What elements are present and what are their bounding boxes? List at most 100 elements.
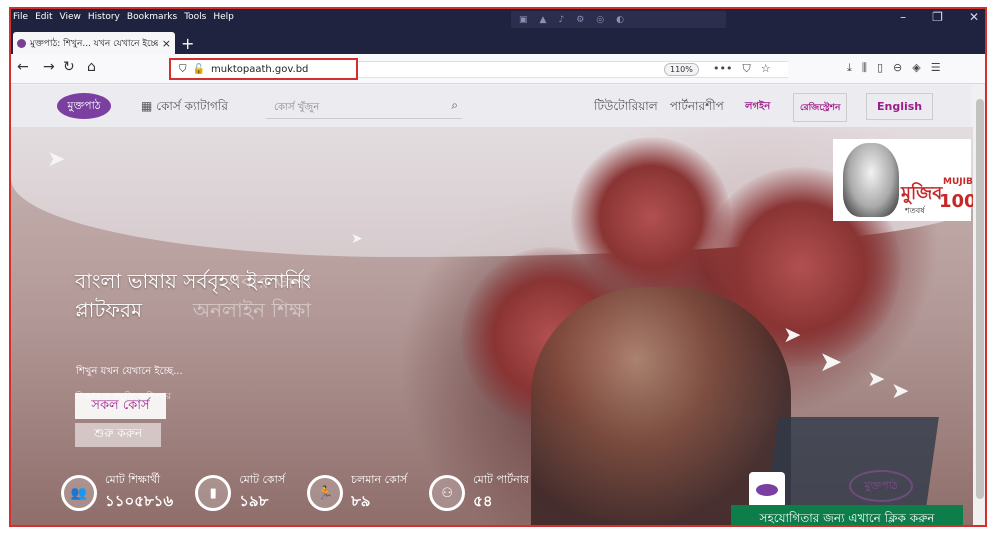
hero-title: বাংলা ভাষায় সর্ববৃহৎ ই-লার্নিং প্লাটফরম [75, 269, 311, 322]
nav-tutorial[interactable]: টিউটোরিয়াল [594, 98, 658, 118]
home-icon[interactable]: ⌂ [87, 59, 96, 75]
book-icon: ▮ [195, 475, 232, 511]
shield-icon: ⛉ [179, 63, 187, 75]
back-icon[interactable]: ← [17, 59, 29, 75]
insecure-lock-icon: 🔓 [192, 63, 205, 75]
stat-value: ৮৯ [351, 492, 371, 510]
url-text: muktopaath.gov.bd [210, 63, 309, 75]
menu-view[interactable]: View [60, 12, 81, 22]
minimize-icon[interactable]: – [900, 10, 906, 24]
hero-banner: ➤ ➤ ➤ ➤ ➤ ➤ সবার জন্য অনলাইন শিক্ষা বাংল… [11, 127, 973, 525]
tray-icon[interactable]: ⚙ [576, 15, 584, 25]
site-logo[interactable]: মুক্তপাঠ [57, 93, 111, 119]
running-icon: 🏃 [307, 475, 344, 511]
paper-plane-icon: ➤ [819, 345, 843, 378]
stat-running: 🏃 চলমান কোর্স ৮৯ [307, 471, 407, 515]
stat-label: চলমান কোর্স [351, 473, 408, 486]
site-header: মুক্তপাঠ ▦ কোর্স ক্যাটাগরি কোর্স খুঁজুন … [11, 85, 971, 127]
browser-window: File Edit View History Bookmarks Tools H… [9, 7, 987, 527]
scrollbar-thumb[interactable] [976, 99, 984, 499]
mujib-number: 100 [939, 191, 973, 212]
browser-tab[interactable]: মুক্তপাঠ: শিখুন... যখন যেখানে ইচ্ছে × [13, 32, 175, 54]
stat-label: মোট কোর্স [239, 473, 286, 486]
window-controls: – ❐ ✕ [900, 10, 979, 24]
taskbar-tray: ▣ ▲ ♪ ⚙ ◎ ◐ [511, 11, 726, 28]
menu-edit[interactable]: Edit [35, 12, 52, 22]
paper-plane-icon: ➤ [867, 367, 886, 392]
reload-icon[interactable]: ↻ [63, 59, 75, 75]
menu-tools[interactable]: Tools [184, 12, 206, 22]
bookmark-star-icon[interactable]: ☆ [761, 62, 771, 76]
login-link[interactable]: লগইন [745, 99, 770, 116]
paper-plane-icon: ➤ [351, 231, 363, 247]
course-category-label: কোর্স ক্যাটাগরি [156, 99, 228, 113]
language-button[interactable]: English [866, 93, 934, 120]
account-icon[interactable]: ⊖ [893, 61, 902, 75]
forward-icon[interactable]: → [43, 59, 55, 75]
all-courses-button[interactable]: সকল কোর্স [75, 393, 166, 419]
tray-icon[interactable]: ◎ [596, 15, 604, 25]
tray-icon[interactable]: ◐ [616, 15, 624, 25]
watermark-logo: মুক্তপাঠ [849, 470, 913, 502]
menu-bar: File Edit View History Bookmarks Tools H… [13, 12, 234, 22]
stat-value: ১৯৮ [239, 492, 269, 510]
stat-courses: ▮ মোট কোর্স ১৯৮ [195, 471, 285, 515]
url-bar[interactable]: ⛉ 🔓 muktopaath.gov.bd [169, 58, 358, 80]
logo-dot [756, 484, 778, 496]
tab-close-icon[interactable]: × [162, 37, 171, 50]
users-icon: 👥 [61, 475, 97, 511]
paper-plane-icon: ➤ [47, 147, 66, 172]
library-icon[interactable]: ⫼ [862, 61, 867, 75]
maximize-icon[interactable]: ❐ [932, 10, 943, 24]
menu-history[interactable]: History [88, 12, 120, 22]
start-button[interactable]: শুরু করুন [75, 423, 161, 447]
extension-icon[interactable]: ◈ [912, 61, 920, 75]
sidebar-icon[interactable]: ▯ [877, 61, 883, 75]
search-placeholder: কোর্স খুঁজুন [274, 102, 320, 113]
menu-icon[interactable]: ☰ [931, 61, 941, 75]
chat-widget-logo[interactable] [749, 472, 785, 508]
menu-help[interactable]: Help [213, 12, 234, 22]
stat-value: ৫৪ [473, 492, 493, 510]
mujib-100-banner[interactable]: মুজিব MUJIB 100 শতবর্ষ [833, 139, 973, 221]
partners-icon: ⚇ [429, 475, 466, 511]
hero-tagline: শিখুন যখন যেখানে ইচ্ছে... [76, 366, 183, 377]
stat-label: মোট শিক্ষার্থী [105, 473, 161, 486]
header-nav: টিউটোরিয়াল পার্টনারশীপ [594, 98, 724, 118]
mujib-sub: MUJIB [943, 177, 973, 187]
paper-plane-icon: ➤ [891, 379, 910, 404]
stat-partners: ⚇ মোট পার্টনার ৫৪ [429, 471, 529, 515]
stat-label: মোট পার্টনার [473, 473, 529, 486]
menu-file[interactable]: File [13, 12, 28, 22]
stat-value: ১১০৫৮১৬ [105, 492, 174, 510]
register-button[interactable]: রেজিস্ট্রেশন [793, 93, 848, 122]
grid-icon: ▦ [141, 99, 157, 113]
pocket-icon[interactable]: ⛉ [742, 62, 750, 76]
zoom-level[interactable]: 110% [664, 63, 699, 76]
tray-icon[interactable]: ♪ [558, 15, 564, 25]
title-bar: File Edit View History Bookmarks Tools H… [11, 9, 985, 31]
tray-icon[interactable]: ▲ [540, 15, 547, 25]
navigation-bar: ← → ↻ ⌂ ⛉ 🔓 muktopaath.gov.bd 110% ••• ⛉… [11, 54, 985, 84]
course-category-menu[interactable]: ▦ কোর্স ক্যাটাগরি [141, 98, 228, 118]
close-window-icon[interactable]: ✕ [969, 10, 979, 24]
menu-bookmarks[interactable]: Bookmarks [127, 12, 177, 22]
tab-strip: মুক্তপাঠ: শিখুন... যখন যেখানে ইচ্ছে × + [11, 31, 985, 54]
nav-partnership[interactable]: পার্টনারশীপ [670, 98, 724, 118]
help-button[interactable]: সহযোগিতার জন্য এখানে ক্লিক করুন [731, 505, 963, 525]
paper-plane-icon: ➤ [783, 323, 802, 348]
more-icon[interactable]: ••• [713, 62, 732, 76]
toolbar-actions: ⤓ ⫼ ▯ ⊖ ◈ ☰ [847, 61, 941, 75]
page-actions: ••• ⛉ ☆ [713, 62, 771, 76]
new-tab-button[interactable]: + [181, 34, 194, 53]
stat-students: 👥 মোট শিক্ষার্থী ১১০৫৮১৬ [61, 471, 173, 515]
portrait-image [843, 143, 899, 217]
stats-bar: 👥 মোট শিক্ষার্থী ১১০৫৮১৬ ▮ মোট কোর্স ১৯৮ 🏃… [61, 471, 529, 515]
downloads-icon[interactable]: ⤓ [847, 61, 852, 75]
search-icon[interactable]: ⌕ [451, 98, 458, 113]
tray-icon[interactable]: ▣ [519, 15, 528, 25]
page-scrollbar[interactable] [973, 85, 985, 525]
course-search-input[interactable]: কোর্স খুঁজুন ⌕ [266, 93, 462, 119]
mujib-caption: শতবর্ষ [905, 206, 925, 215]
site-favicon-icon [17, 38, 26, 48]
